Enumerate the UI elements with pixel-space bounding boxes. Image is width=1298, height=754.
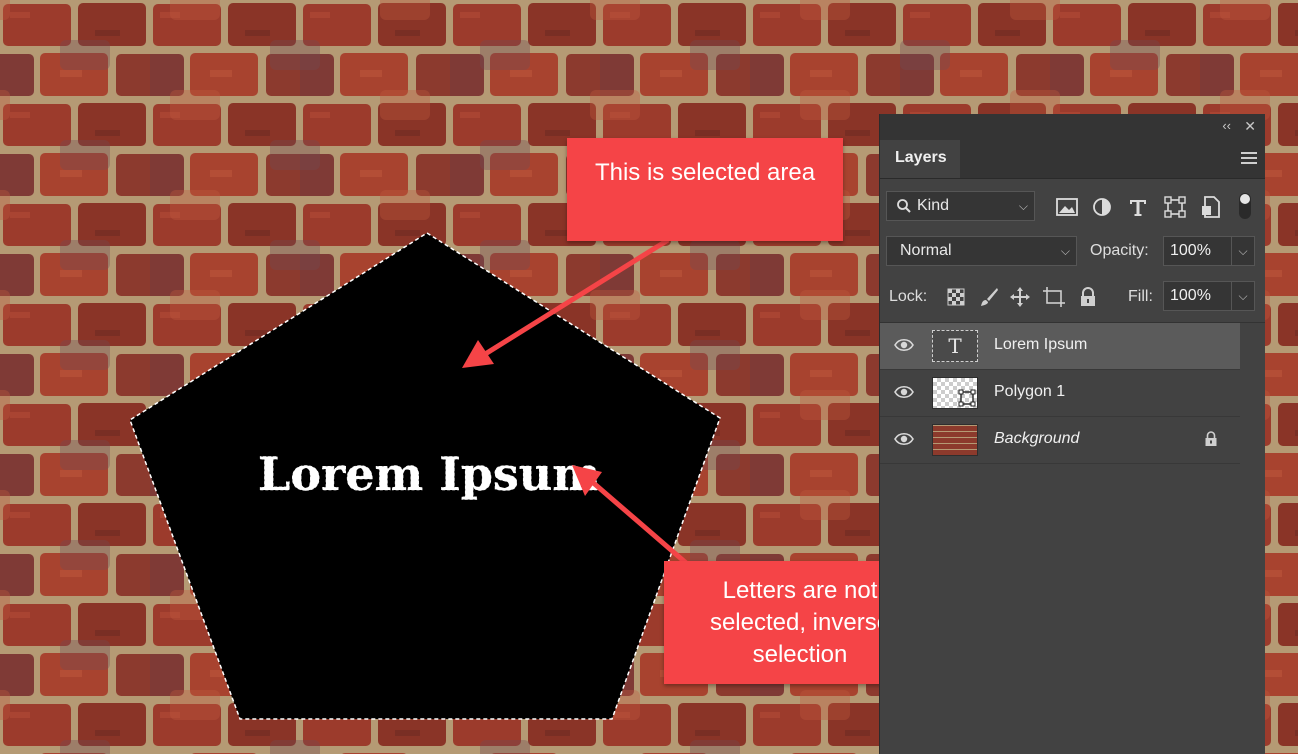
- layer-name: Background: [994, 430, 1080, 447]
- layers-panel: ‹‹ ✕ Layers Kind ⌵ Normal ⌵ Opacity: 100…: [879, 114, 1265, 754]
- filter-kind-dropdown[interactable]: Kind ⌵: [886, 191, 1035, 221]
- lock-label: Lock:: [889, 288, 928, 305]
- close-panel-icon[interactable]: ✕: [1244, 118, 1256, 134]
- tab-layers-label: Layers: [895, 149, 947, 166]
- tab-layers[interactable]: Layers: [880, 140, 960, 178]
- shape-layer-thumbnail: [932, 377, 978, 409]
- eye-icon[interactable]: [894, 385, 914, 399]
- opacity-field[interactable]: 100% ⌵: [1163, 236, 1255, 266]
- fill-dropdown-chevron-icon[interactable]: ⌵: [1231, 282, 1254, 310]
- lock-row: Lock: Fill: 100% ⌵: [880, 281, 1265, 313]
- blend-row: Normal ⌵ Opacity: 100% ⌵: [880, 236, 1265, 268]
- shape-badge-icon: [958, 389, 976, 407]
- filter-kind-label: Kind: [917, 197, 950, 214]
- layer-row-background[interactable]: Background: [880, 417, 1240, 464]
- type-layer-thumbnail: T: [932, 330, 978, 362]
- shape-layer-filter-icon[interactable]: [1164, 196, 1186, 218]
- collapse-panel-icon[interactable]: ‹‹: [1222, 118, 1231, 134]
- lock-position-icon[interactable]: [1009, 286, 1031, 308]
- layers-list: T Lorem Ipsum Polygon 1 Background: [880, 322, 1265, 464]
- shape-text: Lorem Ipsum: [258, 447, 601, 501]
- eye-icon[interactable]: [894, 338, 914, 352]
- lock-icon[interactable]: [1204, 431, 1218, 447]
- lock-all-icon[interactable]: [1079, 287, 1097, 307]
- chevron-down-icon: ⌵: [1018, 199, 1028, 213]
- layer-name: Lorem Ipsum: [994, 336, 1088, 353]
- fill-label: Fill:: [1128, 288, 1153, 305]
- panel-menu-icon[interactable]: [1241, 152, 1257, 167]
- panel-title-bar: ‹‹ ✕: [880, 114, 1265, 140]
- opacity-value: 100%: [1170, 242, 1211, 259]
- type-t-icon: T: [948, 334, 962, 358]
- lock-artboard-icon[interactable]: [1043, 286, 1065, 308]
- filter-toggle-switch[interactable]: [1239, 193, 1251, 219]
- opacity-dropdown-chevron-icon[interactable]: ⌵: [1231, 237, 1254, 265]
- callout-selected-text: This is selected area: [594, 158, 816, 186]
- lock-transparent-pixels-icon[interactable]: [947, 288, 965, 306]
- layer-name: Polygon 1: [994, 383, 1066, 400]
- search-icon: [897, 199, 911, 213]
- blend-mode-dropdown[interactable]: Normal ⌵: [886, 236, 1077, 266]
- fill-value: 100%: [1170, 287, 1211, 304]
- opacity-label: Opacity:: [1090, 242, 1149, 259]
- callout-selected-area: This is selected area: [567, 138, 843, 241]
- pixel-layer-filter-icon[interactable]: [1056, 198, 1078, 216]
- chevron-down-icon: ⌵: [1060, 244, 1070, 258]
- type-layer-filter-icon[interactable]: [1128, 197, 1148, 217]
- adjustment-layer-filter-icon[interactable]: [1092, 197, 1112, 217]
- layer-row-polygon-1[interactable]: Polygon 1: [880, 370, 1240, 417]
- smart-object-filter-icon[interactable]: [1201, 196, 1221, 218]
- eye-icon[interactable]: [894, 432, 914, 446]
- layer-row-lorem-ipsum[interactable]: T Lorem Ipsum: [880, 323, 1240, 370]
- panel-tab-row: Layers: [880, 140, 1265, 179]
- lock-image-pixels-icon[interactable]: [979, 287, 999, 307]
- filter-row: Kind ⌵: [880, 191, 1265, 223]
- blend-mode-label: Normal: [900, 242, 952, 259]
- fill-field[interactable]: 100% ⌵: [1163, 281, 1255, 311]
- background-layer-thumbnail: [932, 424, 978, 456]
